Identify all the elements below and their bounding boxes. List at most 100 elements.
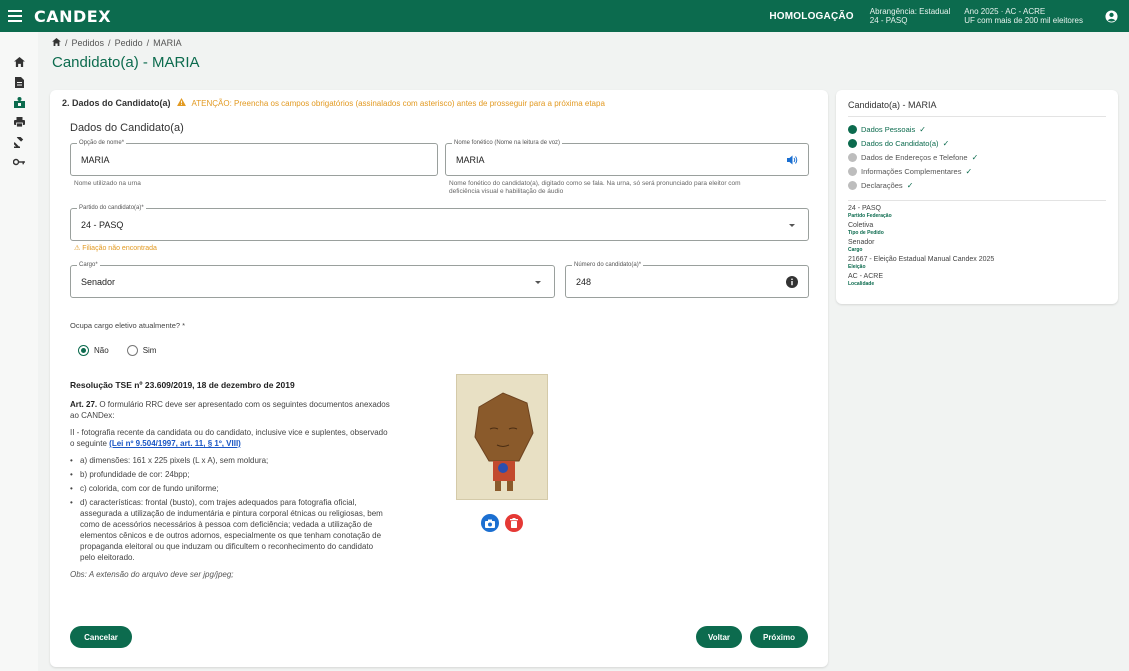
party-select[interactable]: Partido do candidato(a)* 24 - PASQ	[70, 204, 809, 241]
check-icon: ✓	[942, 138, 950, 148]
office-select[interactable]: Cargo* Senador	[70, 261, 555, 298]
summary-item: AC - ACRE Localidade	[848, 273, 1106, 287]
party-warning-text: Filiação não encontrada	[82, 245, 157, 252]
chevron-down-icon[interactable]	[786, 219, 798, 231]
urn-name-value: MARIA	[81, 155, 110, 165]
radio-yes-label: Sim	[142, 346, 157, 355]
summary-label: Localidade	[848, 281, 875, 287]
sidebar-title: Candidato(a) - MARIA	[848, 100, 1106, 117]
top-app-bar: CANDEX HOMOLOGAÇÃO Abrangência: Estadual…	[0, 0, 1129, 32]
breadcrumb-separator: /	[65, 38, 68, 48]
summary-item: 24 - PASQ Partido Federação	[848, 205, 1106, 219]
camera-icon[interactable]	[481, 514, 499, 532]
back-button[interactable]: Voltar	[696, 626, 742, 648]
step-status-icon	[848, 138, 857, 148]
app-logo[interactable]: CANDEX	[34, 7, 111, 26]
article-text: O formulário RRC deve ser apresentado co…	[70, 400, 390, 420]
radio-yes-button[interactable]	[126, 345, 138, 356]
trash-icon[interactable]	[505, 514, 523, 532]
step-dados-pessoais[interactable]: Dados Pessoais ✓	[848, 122, 1106, 136]
cancel-button[interactable]: Cancelar	[70, 626, 132, 648]
scope-info: Abrangência: Estadual 24 - PASQ	[870, 7, 951, 25]
list-item: a) dimensões: 161 x 225 pixels (L x A), …	[70, 455, 390, 466]
account-circle-icon[interactable]	[1097, 9, 1125, 23]
step-declaracoes[interactable]: Declarações ✓	[848, 178, 1106, 192]
step-label: Declarações	[861, 180, 903, 190]
article-label: Art. 27.	[70, 400, 98, 409]
photo-actions	[481, 514, 523, 532]
check-icon: ✓	[965, 166, 973, 176]
article-paragraph: Art. 27. O formulário RRC deve ser apres…	[70, 399, 390, 421]
home-icon[interactable]	[0, 52, 38, 72]
breadcrumb-separator: /	[146, 38, 150, 48]
progress-sidebar: Candidato(a) - MARIA Dados Pessoais ✓ Da…	[836, 90, 1118, 304]
radio-no[interactable]: Não	[78, 345, 109, 356]
phonetic-hint-line-1: Nome fonético do candidato(a), digitado …	[449, 180, 741, 187]
radio-no-button[interactable]	[78, 345, 89, 356]
phonetic-name-field[interactable]: Nome fonético (Nome na leitura de voz) M…	[445, 139, 809, 176]
party-value: 24 - PASQ	[81, 220, 124, 230]
summary-label: Cargo	[848, 247, 863, 253]
year-line-1: Ano 2025 · AC - ACRE	[964, 7, 1046, 16]
summary-label: Partido Federação	[848, 213, 892, 219]
request-summary: 24 - PASQ Partido Federação Coletiva Tip…	[848, 200, 1106, 287]
breadcrumb-separator: /	[108, 38, 111, 48]
phonetic-name-label: Nome fonético (Nome na leitura de voz)	[452, 139, 563, 147]
print-icon[interactable]	[0, 112, 38, 132]
step-label: Dados de Endereços e Telefone	[861, 152, 968, 162]
warning-icon	[176, 98, 186, 108]
volume-icon[interactable]	[786, 154, 798, 166]
subsection-title: Dados do Candidato(a)	[70, 122, 184, 134]
summary-value: 21667 - Eleição Estadual Manual Candex 2…	[848, 256, 995, 263]
step-dados-candidato[interactable]: Dados do Candidato(a) ✓	[848, 136, 1106, 150]
menu-icon[interactable]	[0, 0, 30, 32]
breadcrumb: / Pedidos / Pedido / MARIA	[52, 38, 182, 48]
candidate-number-label: Número do candidato(a)*	[572, 261, 644, 269]
phonetic-name-hint: Nome fonético do candidato(a), digitado …	[449, 180, 809, 196]
chevron-down-icon[interactable]	[532, 276, 544, 288]
breadcrumb-pedidos[interactable]: Pedidos	[72, 38, 105, 48]
resolution-text: Resolução TSE nº 23.609/2019, 18 de deze…	[70, 380, 390, 580]
summary-label: Tipo de Pedido	[848, 230, 884, 236]
step-status-icon	[848, 152, 857, 162]
elected-office-radio-group: Não Sim	[78, 345, 156, 356]
scope-line-1: Abrangência: Estadual	[869, 7, 951, 16]
candidate-number-value: 248	[576, 277, 592, 287]
summary-value: AC - ACRE	[848, 273, 884, 280]
radio-yes[interactable]: Sim	[126, 345, 157, 356]
urn-name-field[interactable]: Opção de nome* MARIA	[70, 139, 438, 176]
summary-item: Senador Cargo	[848, 239, 1106, 253]
phonetic-name-value: MARIA	[456, 155, 485, 165]
gavel-icon[interactable]	[0, 132, 38, 152]
file-extension-note: Obs: A extensão do arquivo deve ser jpg/…	[70, 570, 234, 579]
candidate-form-card: 2. Dados do Candidato(a) ATENÇÃO: Preenc…	[50, 90, 828, 667]
navigation-rail	[0, 32, 38, 671]
urn-name-hint: Nome utilizado na urna	[74, 180, 141, 187]
summary-label: Eleição	[848, 264, 866, 270]
steps-list: Dados Pessoais ✓ Dados do Candidato(a) ✓…	[848, 122, 1106, 192]
info-icon[interactable]	[786, 276, 798, 288]
section-header: 2. Dados do Candidato(a) ATENÇÃO: Preenc…	[62, 98, 605, 108]
step-enderecos[interactable]: Dados de Endereços e Telefone ✓	[848, 150, 1106, 164]
check-icon: ✓	[919, 124, 926, 134]
section-title: 2. Dados do Candidato(a)	[62, 98, 171, 108]
summary-item: 21667 - Eleição Estadual Manual Candex 2…	[848, 256, 1106, 270]
candidate-number-field[interactable]: Número do candidato(a)* 248	[565, 261, 809, 298]
required-fields-warning: ATENÇÃO: Preencha os campos obrigatórios…	[191, 98, 605, 108]
check-icon: ✓	[906, 180, 914, 190]
document-icon[interactable]	[0, 72, 38, 92]
law-link[interactable]: (Lei nº 9.504/1997, art. 11, § 1º, VIII)	[109, 439, 241, 448]
next-button[interactable]: Próximo	[750, 626, 808, 648]
step-label: Informações Complementares	[861, 166, 962, 176]
key-icon[interactable]	[0, 152, 38, 172]
step-informacoes[interactable]: Informações Complementares ✓	[848, 164, 1106, 178]
candidate-icon[interactable]	[0, 92, 38, 112]
environment-label: HOMOLOGAÇÃO	[769, 10, 854, 22]
warning-icon: ⚠	[74, 245, 81, 252]
step-status-icon	[848, 166, 857, 176]
summary-value: Senador	[848, 239, 875, 246]
step-status-icon	[848, 180, 857, 190]
home-icon[interactable]	[52, 38, 61, 48]
check-icon: ✓	[971, 152, 979, 162]
breadcrumb-pedido[interactable]: Pedido	[115, 38, 143, 48]
